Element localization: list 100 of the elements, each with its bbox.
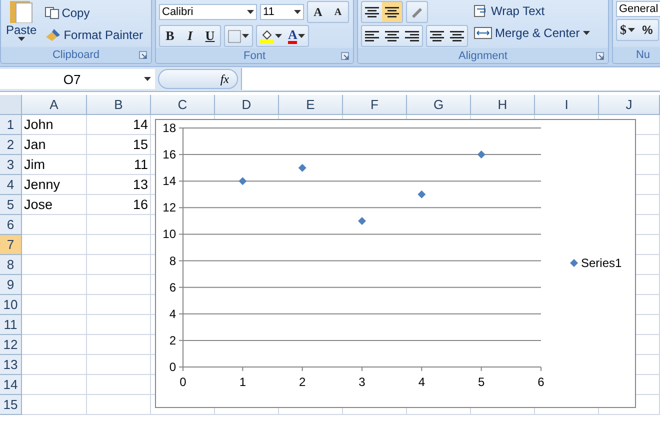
caret-icon xyxy=(628,28,634,32)
paintbrush-icon xyxy=(44,28,61,42)
y-tick-label: 16 xyxy=(162,148,176,162)
align-middle-button[interactable] xyxy=(382,2,402,22)
align-left-icon xyxy=(365,30,379,42)
data-point[interactable] xyxy=(238,177,247,186)
italic-button[interactable]: I xyxy=(180,26,200,46)
wrap-text-icon xyxy=(474,5,488,17)
percent-button[interactable]: % xyxy=(638,20,658,40)
data-point[interactable] xyxy=(418,190,426,198)
row-header[interactable]: 3 xyxy=(0,155,22,175)
y-tick-label: 12 xyxy=(162,200,176,215)
table-cell xyxy=(87,295,151,315)
column-header[interactable]: I xyxy=(535,95,599,115)
font-name-field[interactable]: Calibri xyxy=(159,4,257,20)
table-cell xyxy=(87,375,151,395)
table-cell: Jim xyxy=(22,155,87,175)
row-header[interactable]: 2 xyxy=(0,135,22,155)
name-box[interactable]: O7 xyxy=(0,69,155,89)
table-cell: Jose xyxy=(22,195,87,215)
row-header[interactable]: 15 xyxy=(0,395,22,415)
column-header[interactable]: A xyxy=(22,95,87,115)
pen-icon xyxy=(410,6,424,18)
group-label: Alignment xyxy=(358,48,608,63)
row-header[interactable]: 10 xyxy=(0,295,22,315)
underline-button[interactable]: U xyxy=(200,26,220,46)
row-header[interactable]: 8 xyxy=(0,255,22,275)
grow-font-button[interactable]: A xyxy=(308,2,328,22)
table-cell xyxy=(22,315,87,335)
caret-icon xyxy=(18,37,25,41)
shrink-font-button[interactable]: A xyxy=(328,2,348,22)
font-size-field[interactable]: 11 xyxy=(260,4,304,20)
table-cell xyxy=(87,395,151,415)
group-label: Clipboard xyxy=(1,47,151,63)
currency-button[interactable]: $ xyxy=(617,20,638,40)
caret-icon xyxy=(294,10,301,14)
y-tick-label: 0 xyxy=(169,360,176,374)
formula-input[interactable] xyxy=(241,68,660,90)
column-header[interactable]: E xyxy=(279,95,343,115)
paste-button[interactable]: Paste xyxy=(4,1,39,46)
row-header[interactable]: 14 xyxy=(0,375,22,395)
legend-label: Series1 xyxy=(581,256,622,270)
x-tick-label: 4 xyxy=(418,375,425,389)
clipboard-icon xyxy=(8,1,34,23)
merge-center-button[interactable]: Merge & Center xyxy=(472,23,592,43)
x-tick-label: 3 xyxy=(358,375,366,389)
y-tick-label: 14 xyxy=(162,174,176,188)
table-cell: 14 xyxy=(87,115,151,135)
format-painter-button[interactable]: Format Painter xyxy=(42,24,146,44)
table-cell xyxy=(22,395,87,415)
caret-icon xyxy=(582,31,590,35)
align-center-icon xyxy=(365,6,379,18)
dialog-launcher-icon[interactable] xyxy=(139,51,147,59)
row-header[interactable]: 12 xyxy=(0,335,22,355)
caret-icon xyxy=(275,34,282,38)
table-cell xyxy=(87,235,151,255)
table-cell: Jenny xyxy=(22,175,87,195)
bold-button[interactable]: B xyxy=(160,26,180,46)
row-header[interactable]: 9 xyxy=(0,275,22,295)
row-header[interactable]: 5 xyxy=(0,195,22,215)
column-header[interactable]: G xyxy=(407,95,471,115)
row-header[interactable]: 6 xyxy=(0,215,22,235)
table-cell xyxy=(87,255,151,275)
table-cell: 16 xyxy=(87,195,151,215)
column-header[interactable]: B xyxy=(87,95,151,115)
column-header[interactable]: C xyxy=(151,95,215,115)
dialog-launcher-icon[interactable] xyxy=(341,52,349,60)
data-point[interactable] xyxy=(298,164,306,172)
group-label: Font xyxy=(156,48,353,63)
row-header[interactable]: 13 xyxy=(0,355,22,375)
chart-area[interactable]: 0 2 4 6 8 10 12 14 16 18 0 1 2 3 4 5 6 Series1 xyxy=(155,119,636,408)
x-tick-label: 2 xyxy=(299,375,306,389)
insert-function-button[interactable]: fx xyxy=(158,69,238,89)
column-header[interactable]: J xyxy=(599,95,660,115)
row-header[interactable]: 1 xyxy=(0,115,22,135)
column-header[interactable]: F xyxy=(343,95,407,115)
copy-button[interactable]: Copy xyxy=(42,2,146,22)
column-header[interactable]: D xyxy=(215,95,279,115)
row-header[interactable]: 11 xyxy=(0,315,22,335)
row-header[interactable]: 7 xyxy=(0,235,22,255)
table-cell: 15 xyxy=(87,135,151,155)
table-cell xyxy=(87,315,151,335)
x-tick-label: 6 xyxy=(538,375,544,389)
table-cell xyxy=(22,235,87,255)
x-tick-label: 5 xyxy=(478,375,485,389)
dialog-launcher-icon[interactable] xyxy=(596,52,604,60)
number-format-field[interactable]: General xyxy=(616,1,660,17)
data-point[interactable] xyxy=(477,150,486,159)
x-tick-label: 0 xyxy=(180,375,186,389)
table-cell xyxy=(22,255,87,275)
group-label: Nu xyxy=(613,47,660,63)
y-tick-label: 8 xyxy=(169,254,176,268)
wrap-text-button[interactable]: Wrap Text xyxy=(472,1,592,21)
row-header[interactable]: 4 xyxy=(0,175,22,195)
table-cell xyxy=(22,275,87,295)
table-cell xyxy=(22,375,87,395)
borders-icon xyxy=(228,30,241,42)
align-center-icon xyxy=(385,6,399,18)
column-header[interactable]: H xyxy=(471,95,535,115)
data-point[interactable] xyxy=(358,216,366,225)
